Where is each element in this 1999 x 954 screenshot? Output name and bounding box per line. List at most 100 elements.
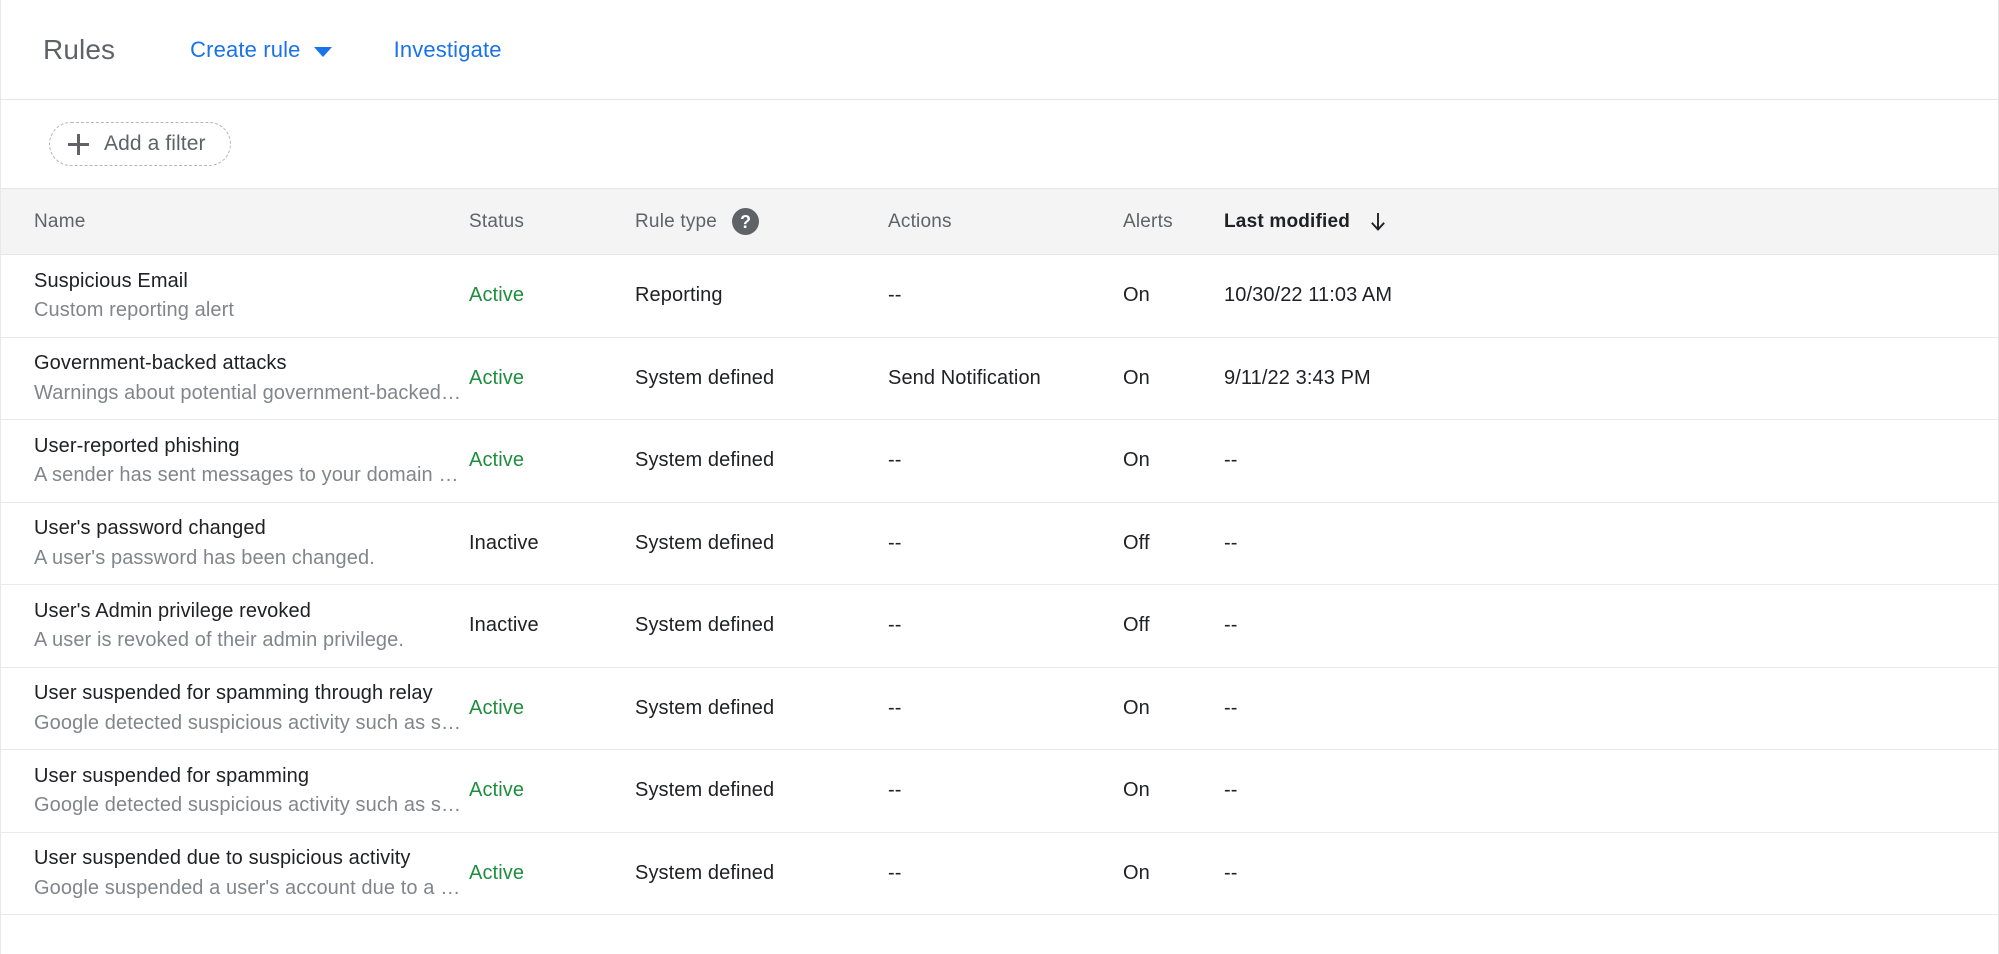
rule-description: A user's password has been changed.: [34, 545, 464, 571]
status-badge: Active: [469, 284, 635, 307]
cell-actions: --: [888, 532, 1123, 555]
rule-description: Google suspended a user's account due to…: [34, 875, 464, 901]
table-body: Suspicious EmailCustom reporting alertAc…: [1, 255, 1998, 915]
column-header-last-modified[interactable]: Last modified: [1224, 211, 1784, 233]
rule-name: User suspended due to suspicious activit…: [34, 845, 469, 871]
rule-description: Warnings about potential government-back…: [34, 380, 464, 406]
cell-last-modified: --: [1224, 532, 1784, 555]
cell-rule-type: System defined: [635, 532, 888, 555]
column-header-alerts-label: Alerts: [1123, 211, 1173, 233]
create-rule-label: Create rule: [190, 37, 300, 63]
column-header-alerts[interactable]: Alerts: [1123, 211, 1224, 233]
cell-alerts: On: [1123, 697, 1224, 720]
cell-actions: --: [888, 449, 1123, 472]
cell-alerts: On: [1123, 862, 1224, 885]
cell-rule-type: System defined: [635, 779, 888, 802]
table-row[interactable]: User suspended for spamming through rela…: [1, 668, 1998, 751]
plus-icon: [68, 134, 89, 155]
cell-alerts: On: [1123, 779, 1224, 802]
cell-last-modified: 10/30/22 11:03 AM: [1224, 284, 1784, 307]
cell-alerts: On: [1123, 449, 1224, 472]
add-filter-label: Add a filter: [104, 132, 206, 156]
filter-bar: Add a filter: [1, 100, 1998, 189]
chevron-down-icon: [314, 47, 332, 57]
rule-description: Google detected suspicious activity such…: [34, 792, 464, 818]
cell-actions: --: [888, 862, 1123, 885]
cell-rule-type: Reporting: [635, 284, 888, 307]
rules-table: Name Status Rule type ? Actions Alerts L…: [1, 189, 1998, 915]
rules-page: Rules Create rule Investigate Add a filt…: [0, 0, 1999, 954]
status-badge: Inactive: [469, 532, 635, 555]
rule-name: Suspicious Email: [34, 268, 469, 294]
cell-rule-type: System defined: [635, 697, 888, 720]
rule-name: User's password changed: [34, 515, 469, 541]
cell-actions: --: [888, 614, 1123, 637]
cell-actions: --: [888, 284, 1123, 307]
add-filter-button[interactable]: Add a filter: [49, 122, 231, 166]
cell-rule-type: System defined: [635, 449, 888, 472]
column-header-actions[interactable]: Actions: [888, 211, 1123, 233]
status-badge: Inactive: [469, 614, 635, 637]
cell-name[interactable]: Government-backed attacks Warnings about …: [1, 350, 469, 406]
rule-name: Government-backed attacks: [34, 350, 469, 376]
cell-last-modified: --: [1224, 614, 1784, 637]
page-header: Rules Create rule Investigate: [1, 0, 1998, 100]
column-header-status-label: Status: [469, 211, 524, 233]
status-badge: Active: [469, 779, 635, 802]
rule-name: User suspended for spamming: [34, 763, 469, 789]
cell-last-modified: --: [1224, 779, 1784, 802]
cell-name[interactable]: Suspicious Email Custom reporting alert: [1, 268, 469, 324]
status-badge: Active: [469, 697, 635, 720]
arrow-down-icon: [1367, 211, 1389, 233]
rule-description: A sender has sent messages to your domai…: [34, 462, 464, 488]
cell-name[interactable]: User's Admin privilege revoked A user is …: [1, 598, 469, 654]
cell-rule-type: System defined: [635, 614, 888, 637]
help-icon[interactable]: ?: [732, 208, 759, 235]
column-header-actions-label: Actions: [888, 211, 952, 233]
column-header-status[interactable]: Status: [469, 211, 635, 233]
cell-alerts: Off: [1123, 532, 1224, 555]
cell-last-modified: --: [1224, 449, 1784, 472]
cell-last-modified: --: [1224, 862, 1784, 885]
table-row[interactable]: Government-backed attacks Warnings about …: [1, 338, 1998, 421]
table-row[interactable]: User suspended due to suspicious activit…: [1, 833, 1998, 916]
cell-last-modified: 9/11/22 3:43 PM: [1224, 367, 1784, 390]
table-header-row: Name Status Rule type ? Actions Alerts L…: [1, 189, 1998, 255]
rule-description: A user is revoked of their admin privile…: [34, 627, 464, 653]
cell-alerts: On: [1123, 284, 1224, 307]
rule-description: Custom reporting alert: [34, 297, 464, 323]
cell-rule-type: System defined: [635, 862, 888, 885]
table-row[interactable]: User suspended for spamming Google detect…: [1, 750, 1998, 833]
investigate-button[interactable]: Investigate: [394, 37, 502, 63]
rule-description: Google detected suspicious activity such…: [34, 710, 464, 736]
cell-last-modified: --: [1224, 697, 1784, 720]
create-rule-button[interactable]: Create rule: [190, 37, 331, 63]
rule-name: User's Admin privilege revoked: [34, 598, 469, 624]
cell-alerts: On: [1123, 367, 1224, 390]
status-badge: Active: [469, 367, 635, 390]
table-row[interactable]: User-reported phishing A sender has sent …: [1, 420, 1998, 503]
table-row[interactable]: User's Admin privilege revoked A user is …: [1, 585, 1998, 668]
page-title: Rules: [43, 34, 115, 66]
cell-actions: --: [888, 697, 1123, 720]
cell-name[interactable]: User suspended for spamming through rela…: [1, 680, 469, 736]
status-badge: Active: [469, 449, 635, 472]
column-header-name[interactable]: Name: [1, 211, 469, 233]
cell-alerts: Off: [1123, 614, 1224, 637]
cell-name[interactable]: User suspended due to suspicious activit…: [1, 845, 469, 901]
column-header-rule-type[interactable]: Rule type ?: [635, 208, 888, 235]
rule-name: User suspended for spamming through rela…: [34, 680, 469, 706]
investigate-label: Investigate: [394, 37, 502, 63]
rule-name: User-reported phishing: [34, 433, 469, 459]
table-row[interactable]: User's password changed A user's password…: [1, 503, 1998, 586]
cell-name[interactable]: User suspended for spamming Google detect…: [1, 763, 469, 819]
table-row[interactable]: Suspicious Email Custom reporting alertAc…: [1, 255, 1998, 338]
cell-actions: Send Notification: [888, 367, 1123, 390]
cell-name[interactable]: User-reported phishing A sender has sent …: [1, 433, 469, 489]
cell-rule-type: System defined: [635, 367, 888, 390]
cell-actions: --: [888, 779, 1123, 802]
column-header-rule-type-label: Rule type: [635, 211, 717, 233]
column-header-name-label: Name: [34, 211, 85, 233]
cell-name[interactable]: User's password changed A user's password…: [1, 515, 469, 571]
status-badge: Active: [469, 862, 635, 885]
